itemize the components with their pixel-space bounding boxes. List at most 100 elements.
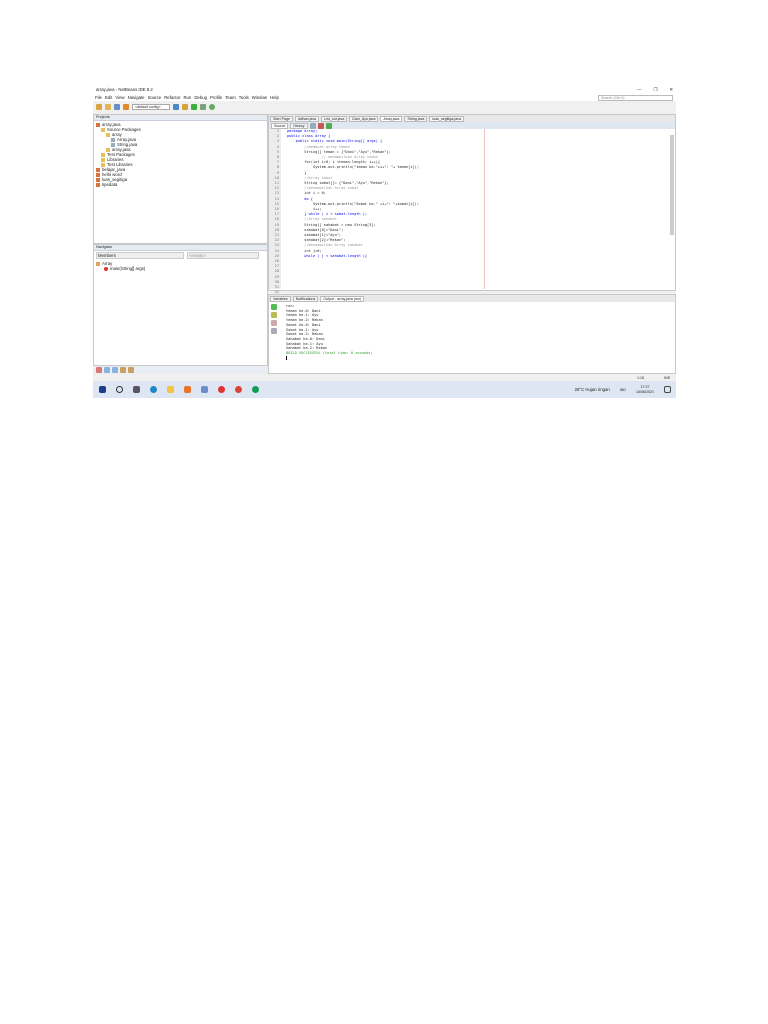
- filter-icon[interactable]: [96, 367, 102, 373]
- editor-tabs: Start Page latihan.java List_out.java Dani_…: [269, 115, 675, 122]
- maps-icon[interactable]: [218, 386, 225, 393]
- node-icon: [96, 122, 100, 127]
- menu-debug[interactable]: Debug: [194, 95, 207, 100]
- output-tabs: Variables Notifications Output - array.jav…: [269, 295, 675, 302]
- nav-method-item[interactable]: main(String[] args): [96, 266, 267, 271]
- code-editor: Start Page latihan.java List_out.java Dani_…: [268, 114, 676, 294]
- output-tab[interactable]: Output - array.java (run): [320, 295, 365, 302]
- empty-filter[interactable]: <empty>: [187, 252, 259, 259]
- menu-navigate[interactable]: Navigate: [128, 95, 145, 100]
- format-icon[interactable]: [309, 122, 316, 129]
- debug-icon[interactable]: [199, 103, 206, 110]
- build-status: BUILD SUCCESSFUL (total time: 0 seconds): [286, 351, 373, 356]
- menu-profile[interactable]: Profile: [210, 95, 222, 100]
- method-label: main(String[] args): [110, 266, 146, 271]
- projects-panel: Projects array.java Source Packages array A…: [93, 114, 268, 244]
- language-indicator[interactable]: IND: [620, 388, 626, 392]
- record-macro-icon[interactable]: [317, 122, 324, 129]
- run-icon[interactable]: [190, 103, 197, 110]
- file-explorer-icon[interactable]: [167, 386, 174, 393]
- project-tree-label: tipedata: [102, 182, 118, 187]
- editor-tab[interactable]: String.java: [404, 115, 428, 122]
- code-line: System.out.println("teman ke-"+i+": "+ t…: [287, 165, 419, 170]
- menu-help[interactable]: Help: [270, 95, 279, 100]
- menu-edit[interactable]: Edit: [105, 95, 112, 100]
- editor-scrollbar[interactable]: [670, 135, 674, 235]
- menu-run[interactable]: Run: [183, 95, 191, 100]
- menu-team[interactable]: Team: [225, 95, 236, 100]
- menu-source[interactable]: Source: [148, 95, 162, 100]
- chrome-profile-icon[interactable]: [252, 386, 259, 393]
- netbeans-icon[interactable]: [201, 386, 208, 393]
- editor-tab[interactable]: latihan.java: [294, 115, 320, 122]
- sort-icon[interactable]: [128, 367, 134, 373]
- output-tab[interactable]: Notifications: [292, 295, 319, 302]
- project-tree-item[interactable]: tipedata: [96, 182, 267, 187]
- clean-build-icon[interactable]: [181, 103, 188, 110]
- source-tab[interactable]: Source: [271, 122, 289, 129]
- menu-view[interactable]: View: [115, 95, 124, 100]
- config-select[interactable]: <default config>: [132, 103, 170, 110]
- output-tab[interactable]: Variables: [270, 295, 291, 302]
- insert-mode: INS: [664, 375, 670, 380]
- chrome-icon[interactable]: [235, 386, 242, 393]
- node-icon: [96, 182, 100, 187]
- settings-icon[interactable]: [271, 328, 277, 334]
- filter-inherited-icon[interactable]: [120, 367, 126, 373]
- netbeans-window: array.java - NetBeans IDE 8.2 — ❐ ✕ File…: [93, 85, 676, 398]
- method-icon: [104, 266, 108, 271]
- menu-bar: File Edit View Navigate Source Refactor Run Deb…: [93, 94, 676, 101]
- output-console[interactable]: run: teman ke-0: Dani teman ke-1: Ayu teman…: [286, 304, 373, 360]
- menu-file[interactable]: File: [95, 95, 102, 100]
- minimize-button[interactable]: —: [637, 87, 641, 92]
- node-icon: [106, 132, 110, 137]
- cursor-position: 1:15: [637, 375, 644, 380]
- history-tab[interactable]: History: [290, 122, 308, 129]
- windows-taskbar: 28°C Hujan ringan IND 17:27 15/06/2021: [93, 381, 676, 398]
- editor-tab[interactable]: Array.java: [380, 115, 403, 122]
- code-line: while ( j < sahabat.length ){: [287, 253, 368, 258]
- editor-tab[interactable]: List_out.java: [321, 115, 348, 122]
- output-actions: [271, 304, 277, 334]
- start-icon[interactable]: [99, 386, 106, 393]
- stop-icon[interactable]: [271, 320, 277, 326]
- status-bar: 1:15 INS: [93, 374, 676, 381]
- node-icon: [101, 127, 105, 132]
- filter-static-icon[interactable]: [112, 367, 118, 373]
- navigator-toolbar: [93, 366, 268, 374]
- members-filter[interactable]: Members: [96, 252, 184, 259]
- editor-tab[interactable]: Dani_Ayu.java: [349, 115, 379, 122]
- line-numbers: 1 2 3 4 5 6 7 8 9 10 11 12 13 14 15 16 17 18 19 20 21 22 23 24 2…: [269, 129, 281, 294]
- xampp-icon[interactable]: [184, 386, 191, 393]
- close-button[interactable]: ✕: [669, 87, 673, 93]
- profile-icon[interactable]: [208, 103, 215, 110]
- undo-icon[interactable]: [123, 103, 129, 110]
- rerun-icon[interactable]: [271, 304, 277, 310]
- class-icon: [96, 261, 100, 266]
- maximize-button[interactable]: ❐: [654, 87, 658, 93]
- editor-tab[interactable]: Start Page: [270, 115, 293, 122]
- diff-icon[interactable]: [325, 122, 332, 129]
- rerun-options-icon[interactable]: [271, 312, 277, 318]
- open-project-icon[interactable]: [105, 103, 111, 110]
- build-icon[interactable]: [172, 103, 179, 110]
- task-view-icon[interactable]: [133, 386, 140, 393]
- edge-icon[interactable]: [150, 386, 157, 393]
- code-area[interactable]: 1 2 3 4 5 6 7 8 9 10 11 12 13 14 15 16 17 18 19 20 21 22 23 24 2…: [269, 129, 669, 294]
- notifications-icon[interactable]: [664, 386, 671, 393]
- output-panel: Variables Notifications Output - array.jav…: [268, 294, 676, 374]
- new-project-icon[interactable]: [96, 103, 102, 110]
- editor-toolbar: Source History: [269, 122, 675, 129]
- filter-fields-icon[interactable]: [104, 367, 110, 373]
- menu-tools[interactable]: Tools: [239, 95, 249, 100]
- weather-widget[interactable]: 28°C Hujan ringan: [575, 387, 610, 392]
- project-tree: array.java Source Packages array Array.java…: [94, 121, 267, 187]
- right-margin-line: [484, 129, 485, 289]
- menu-refactor[interactable]: Refactor: [164, 95, 180, 100]
- editor-tab[interactable]: luas_segitiga.java: [429, 115, 464, 122]
- save-icon[interactable]: [114, 103, 120, 110]
- navigator-panel: Navigator Members <empty> Array main(Str…: [93, 244, 268, 366]
- clock[interactable]: 17:27 15/06/2021: [636, 385, 654, 394]
- search-icon[interactable]: [116, 386, 123, 393]
- menu-window[interactable]: Window: [252, 95, 267, 100]
